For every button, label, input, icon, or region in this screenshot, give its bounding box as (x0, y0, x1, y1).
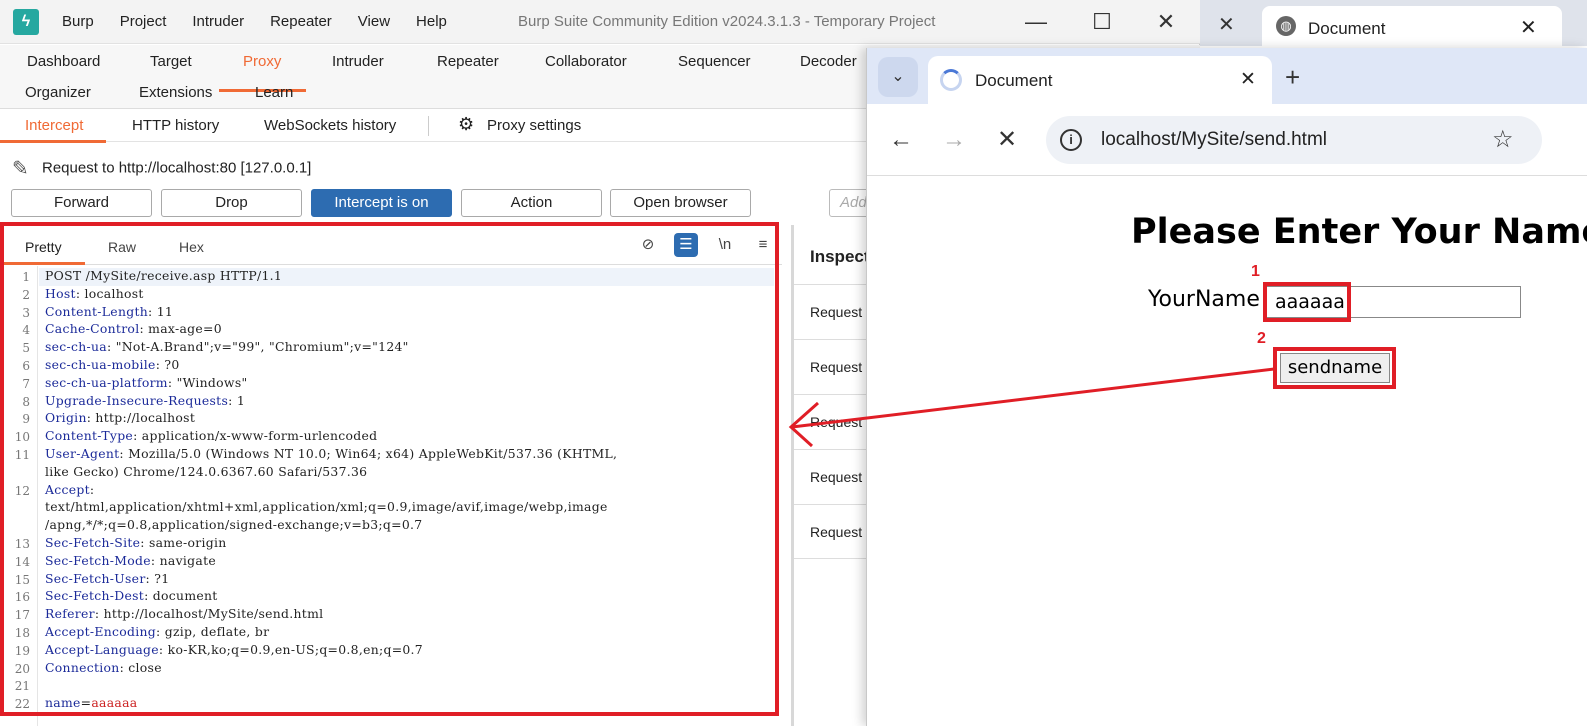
burp-logo-icon: ϟ (13, 9, 39, 35)
inspector-row[interactable]: Request headers (794, 504, 874, 559)
tab-decoder[interactable]: Decoder (800, 53, 857, 70)
page-heading: Please Enter Your Name (1131, 212, 1587, 252)
browser-tabstrip: ⌄ Document ✕ + (867, 48, 1587, 104)
close-icon[interactable]: ✕ (1240, 68, 1256, 91)
close-icon[interactable]: ✕ (1520, 15, 1537, 40)
tab-proxy[interactable]: Proxy (243, 53, 281, 70)
annotation-box-button (1273, 347, 1396, 389)
action-button[interactable]: Action (461, 189, 602, 217)
request-target-text: Request to http://localhost:80 [127.0.0.… (42, 159, 312, 177)
tab-extensions[interactable]: Extensions (139, 84, 212, 101)
tab-organizer[interactable]: Organizer (25, 84, 91, 101)
tab-target[interactable]: Target (150, 53, 192, 70)
subtab-intercept[interactable]: Intercept (25, 117, 83, 134)
background-tab-title: Document (1308, 19, 1386, 38)
menu-intruder[interactable]: Intruder (192, 13, 244, 30)
annotation-box-request (0, 222, 779, 716)
browser-tab[interactable]: Document ✕ (928, 56, 1272, 104)
menu-burp[interactable]: Burp (62, 13, 94, 30)
window-title: Burp Suite Community Edition v2024.3.1.3… (518, 13, 936, 30)
close-button[interactable]: ✕ (1146, 8, 1186, 36)
menu-help[interactable]: Help (416, 13, 447, 30)
drop-button[interactable]: Drop (161, 189, 302, 217)
inspector-panel: Inspector Request attributes Request que… (791, 225, 887, 726)
menu-repeater[interactable]: Repeater (270, 13, 332, 30)
background-browser-tab[interactable]: ◍ Document ✕ (1262, 6, 1562, 46)
intercept-toggle-button[interactable]: Intercept is on (311, 189, 452, 217)
chevron-down-icon[interactable]: ⌄ (878, 57, 918, 97)
inspector-row[interactable]: Request cookies (794, 449, 874, 504)
loading-spinner-icon (940, 69, 962, 91)
stop-icon[interactable]: ✕ (989, 122, 1025, 158)
browser-tab-title: Document (975, 71, 1053, 90)
tab-repeater[interactable]: Repeater (437, 53, 499, 70)
tab-learn[interactable]: Learn (255, 84, 293, 101)
browser-toolbar: ← → ✕ i localhost/MySite/send.html ☆ (867, 104, 1587, 176)
inspector-row[interactable]: Request query parameters (794, 339, 874, 394)
address-bar[interactable]: i localhost/MySite/send.html ☆ (1046, 116, 1542, 164)
address-url[interactable]: localhost/MySite/send.html (1101, 129, 1327, 151)
active-subtab-indicator (0, 140, 106, 143)
forward-button[interactable]: Forward (11, 189, 152, 217)
annotation-box-input (1263, 282, 1351, 322)
divider (428, 116, 429, 136)
name-label: YourName (1148, 287, 1260, 312)
forward-icon[interactable]: → (936, 122, 972, 158)
burp-menubar: Burp Project Intruder Repeater View Help (62, 13, 473, 30)
maximize-button[interactable]: ☐ (1082, 8, 1122, 36)
annotation-marker: 1 (1251, 263, 1260, 280)
menu-view[interactable]: View (358, 13, 390, 30)
proxy-settings-button[interactable]: Proxy settings (487, 117, 581, 134)
menu-project[interactable]: Project (120, 13, 167, 30)
tab-collaborator[interactable]: Collaborator (545, 53, 627, 70)
minimize-button[interactable]: — (1016, 8, 1056, 36)
tab-dashboard[interactable]: Dashboard (27, 53, 100, 70)
screen: ϟ Burp Project Intruder Repeater View He… (0, 0, 1587, 726)
star-icon[interactable]: ☆ (1492, 125, 1514, 154)
inspector-row[interactable]: Request body parameters (794, 394, 874, 449)
new-tab-icon[interactable]: + (1285, 62, 1300, 93)
pencil-icon[interactable]: ✎ (12, 156, 34, 181)
browser-window: ⌄ Document ✕ + ← → ✕ i localhost/MySite/… (866, 48, 1587, 726)
back-icon[interactable]: ← (883, 122, 919, 158)
page-content: Please Enter Your Name YourName aaaaaa s… (867, 177, 1587, 726)
subtab-websockets-history[interactable]: WebSockets history (264, 117, 396, 134)
open-browser-button[interactable]: Open browser (610, 189, 751, 217)
tab-intruder[interactable]: Intruder (332, 53, 384, 70)
gear-icon[interactable]: ⚙ (458, 114, 474, 135)
subtab-http-history[interactable]: HTTP history (132, 117, 219, 134)
tab-sequencer[interactable]: Sequencer (678, 53, 751, 70)
info-icon[interactable]: i (1060, 129, 1082, 151)
request-target: ✎ Request to http://localhost:80 [127.0.0… (12, 156, 311, 181)
globe-icon: ◍ (1276, 16, 1296, 36)
burp-titlebar: ϟ Burp Project Intruder Repeater View He… (0, 0, 1200, 44)
inspector-row[interactable]: Request attributes (794, 284, 874, 339)
annotation-marker: 2 (1257, 330, 1266, 347)
close-icon[interactable]: ✕ (1218, 12, 1235, 37)
